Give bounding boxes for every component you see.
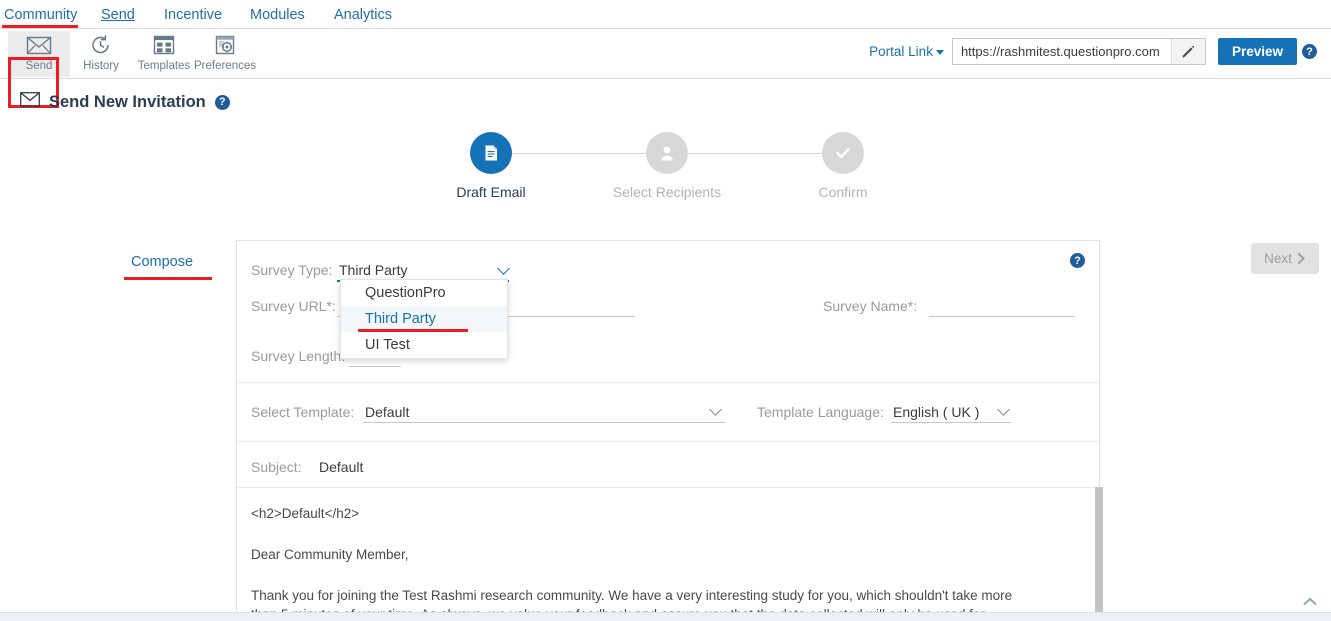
body-line-3: Thank you for joining the Test Rashmi re… [251,588,1013,603]
form-divider-2 [237,441,1099,442]
step-circle-confirm[interactable] [822,132,864,174]
toolbar-item-history[interactable]: History [70,31,132,77]
page-title: Send New Invitation ? [20,92,230,112]
clock-history-icon [70,33,132,59]
toolbar-item-preferences[interactable]: Preferences [186,31,264,77]
next-button-label: Next [1264,251,1292,266]
body-line-1: <h2>Default</h2> [251,506,360,521]
chevron-right-icon [1297,253,1305,264]
nav-item-analytics[interactable]: Analytics [334,7,392,23]
help-circle-icon-form[interactable]: ? [1070,253,1085,268]
chevron-down-icon-language[interactable] [997,403,1010,416]
compose-tab[interactable]: Compose [131,254,193,270]
survey-type-label: Survey Type: [251,262,333,278]
survey-length-underline[interactable] [349,366,401,367]
body-line-2: Dear Community Member, [251,547,409,562]
document-icon [485,145,497,161]
nav-item-send[interactable]: Send [101,7,135,23]
portal-url-box [951,38,1206,65]
email-body-editor[interactable]: <h2>Default</h2> Dear Community Member, … [237,487,1099,621]
wizard-stepper: Draft Email Select Recipients Confirm [0,132,1331,334]
portal-url-input[interactable] [952,39,1171,64]
portal-url-edit-button[interactable] [1170,39,1205,64]
check-icon [836,148,850,159]
survey-url-label: Survey URL*: [251,298,336,314]
stepper-connector-2 [688,153,843,154]
survey-type-value[interactable]: Third Party [339,262,407,278]
chevron-down-icon-survey-type[interactable] [497,262,510,275]
nav-item-modules[interactable]: Modules [250,7,305,23]
chevron-down-icon-template[interactable] [709,403,722,416]
person-icon [660,146,674,161]
nav-item-community[interactable]: Community [4,7,77,23]
select-template-underline [363,422,725,423]
editor-scrollbar-thumb[interactable] [1095,487,1103,621]
survey-type-dropdown-menu: QuestionPro Third Party UI Test [340,279,508,359]
template-language-value[interactable]: English ( UK ) [893,404,979,420]
annotation-underline-community [2,25,78,28]
toolbar-label-send: Send [25,60,53,72]
top-navigation-bar: Community Send Incentive Modules Analyti… [0,0,1331,29]
toolbar-label-preferences: Preferences [193,60,256,72]
help-circle-icon-portal[interactable]: ? [1302,44,1317,59]
subject-label: Subject: [251,459,302,475]
subject-value[interactable]: Default [319,459,363,475]
preview-button[interactable]: Preview [1217,38,1297,65]
footer-bar [0,612,1331,621]
nav-item-incentive[interactable]: Incentive [164,7,222,23]
step-label-confirm[interactable]: Confirm [732,184,954,200]
survey-name-underline[interactable] [929,316,1074,317]
scroll-to-top-button[interactable] [1303,593,1317,611]
form-divider-1 [237,382,1099,383]
pencil-icon [1182,45,1195,58]
annotation-underline-third-party [358,329,468,332]
toolbar-item-send[interactable]: Send [8,31,70,77]
survey-length-label: Survey Length: [251,348,346,364]
portal-link-label: Portal Link [869,44,933,59]
select-template-label: Select Template: [251,404,355,420]
chevron-up-icon [1303,598,1317,605]
template-language-label: Template Language: [757,404,884,420]
annotation-underline-compose [124,277,212,280]
help-circle-icon-page[interactable]: ? [214,94,230,110]
page-title-text: Send New Invitation [49,92,206,111]
envelope-icon [8,33,70,59]
portal-link-dropdown[interactable]: Portal Link [869,44,944,59]
next-button[interactable]: Next [1251,243,1319,274]
chevron-down-icon [935,49,944,55]
select-template-value[interactable]: Default [365,404,409,420]
dropdown-option-questionpro[interactable]: QuestionPro [341,280,507,306]
portal-link-row: Portal Link Preview ? [869,38,1317,65]
template-language-underline [891,422,1011,423]
dropdown-option-ui-test[interactable]: UI Test [341,332,507,358]
envelope-icon-title [20,92,40,112]
step-circle-select-recipients[interactable] [646,132,688,174]
survey-name-label: Survey Name*: [823,298,918,314]
step-circle-draft-email[interactable] [470,132,512,174]
preferences-gear-icon [186,33,264,59]
toolbar-label-history: History [83,60,119,72]
